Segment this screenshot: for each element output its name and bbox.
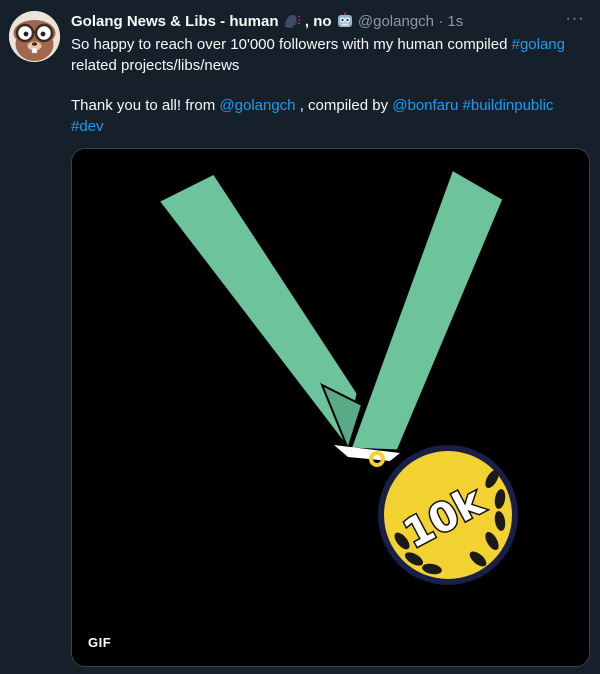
more-options-icon[interactable]: ··· [564,11,586,30]
text-segment: Thank you to all! from [71,97,220,114]
avatar[interactable] [9,11,60,62]
separator-dot: · [438,13,444,30]
tweet-timestamp[interactable]: 1s [447,13,463,30]
gopher-avatar-icon [9,11,60,62]
mention-golangch[interactable]: @golangch [219,97,295,114]
text-segment: , compiled by [295,97,393,114]
tweet-line-3: Thank you to all! from @golangch , compi… [71,96,591,117]
speaking-head-icon [283,13,301,35]
tweet-line-2: related projects/libs/news [71,56,240,74]
gif-media[interactable]: 10k GIF [71,148,590,667]
gif-badge: GIF [88,635,112,650]
mention-bonfaru[interactable]: @bonfaru [392,97,458,114]
tweet-line-4: #dev [71,117,591,138]
robot-icon [336,12,354,35]
tweet-header: Golang News & Libs - human , no @golangc… [71,12,550,35]
tweet-line-1: So happy to reach over 10'000 followers … [71,35,591,56]
tweet-text: So happy to reach over 10'000 followers … [71,35,591,137]
hashtag-buildinpublic[interactable]: #buildinpublic [463,97,554,114]
author-name[interactable]: Golang News & Libs - human [71,13,279,30]
author-handle[interactable]: @golangch [358,13,434,30]
author-name-suffix: , no [304,13,332,30]
hashtag-golang[interactable]: #golang [512,36,565,53]
tweet[interactable]: Golang News & Libs - human , no @golangc… [0,0,600,674]
text-segment: So happy to reach over 10'000 followers … [71,36,512,53]
hashtag-dev[interactable]: #dev [71,118,104,135]
medal-illustration: 10k [72,149,589,666]
